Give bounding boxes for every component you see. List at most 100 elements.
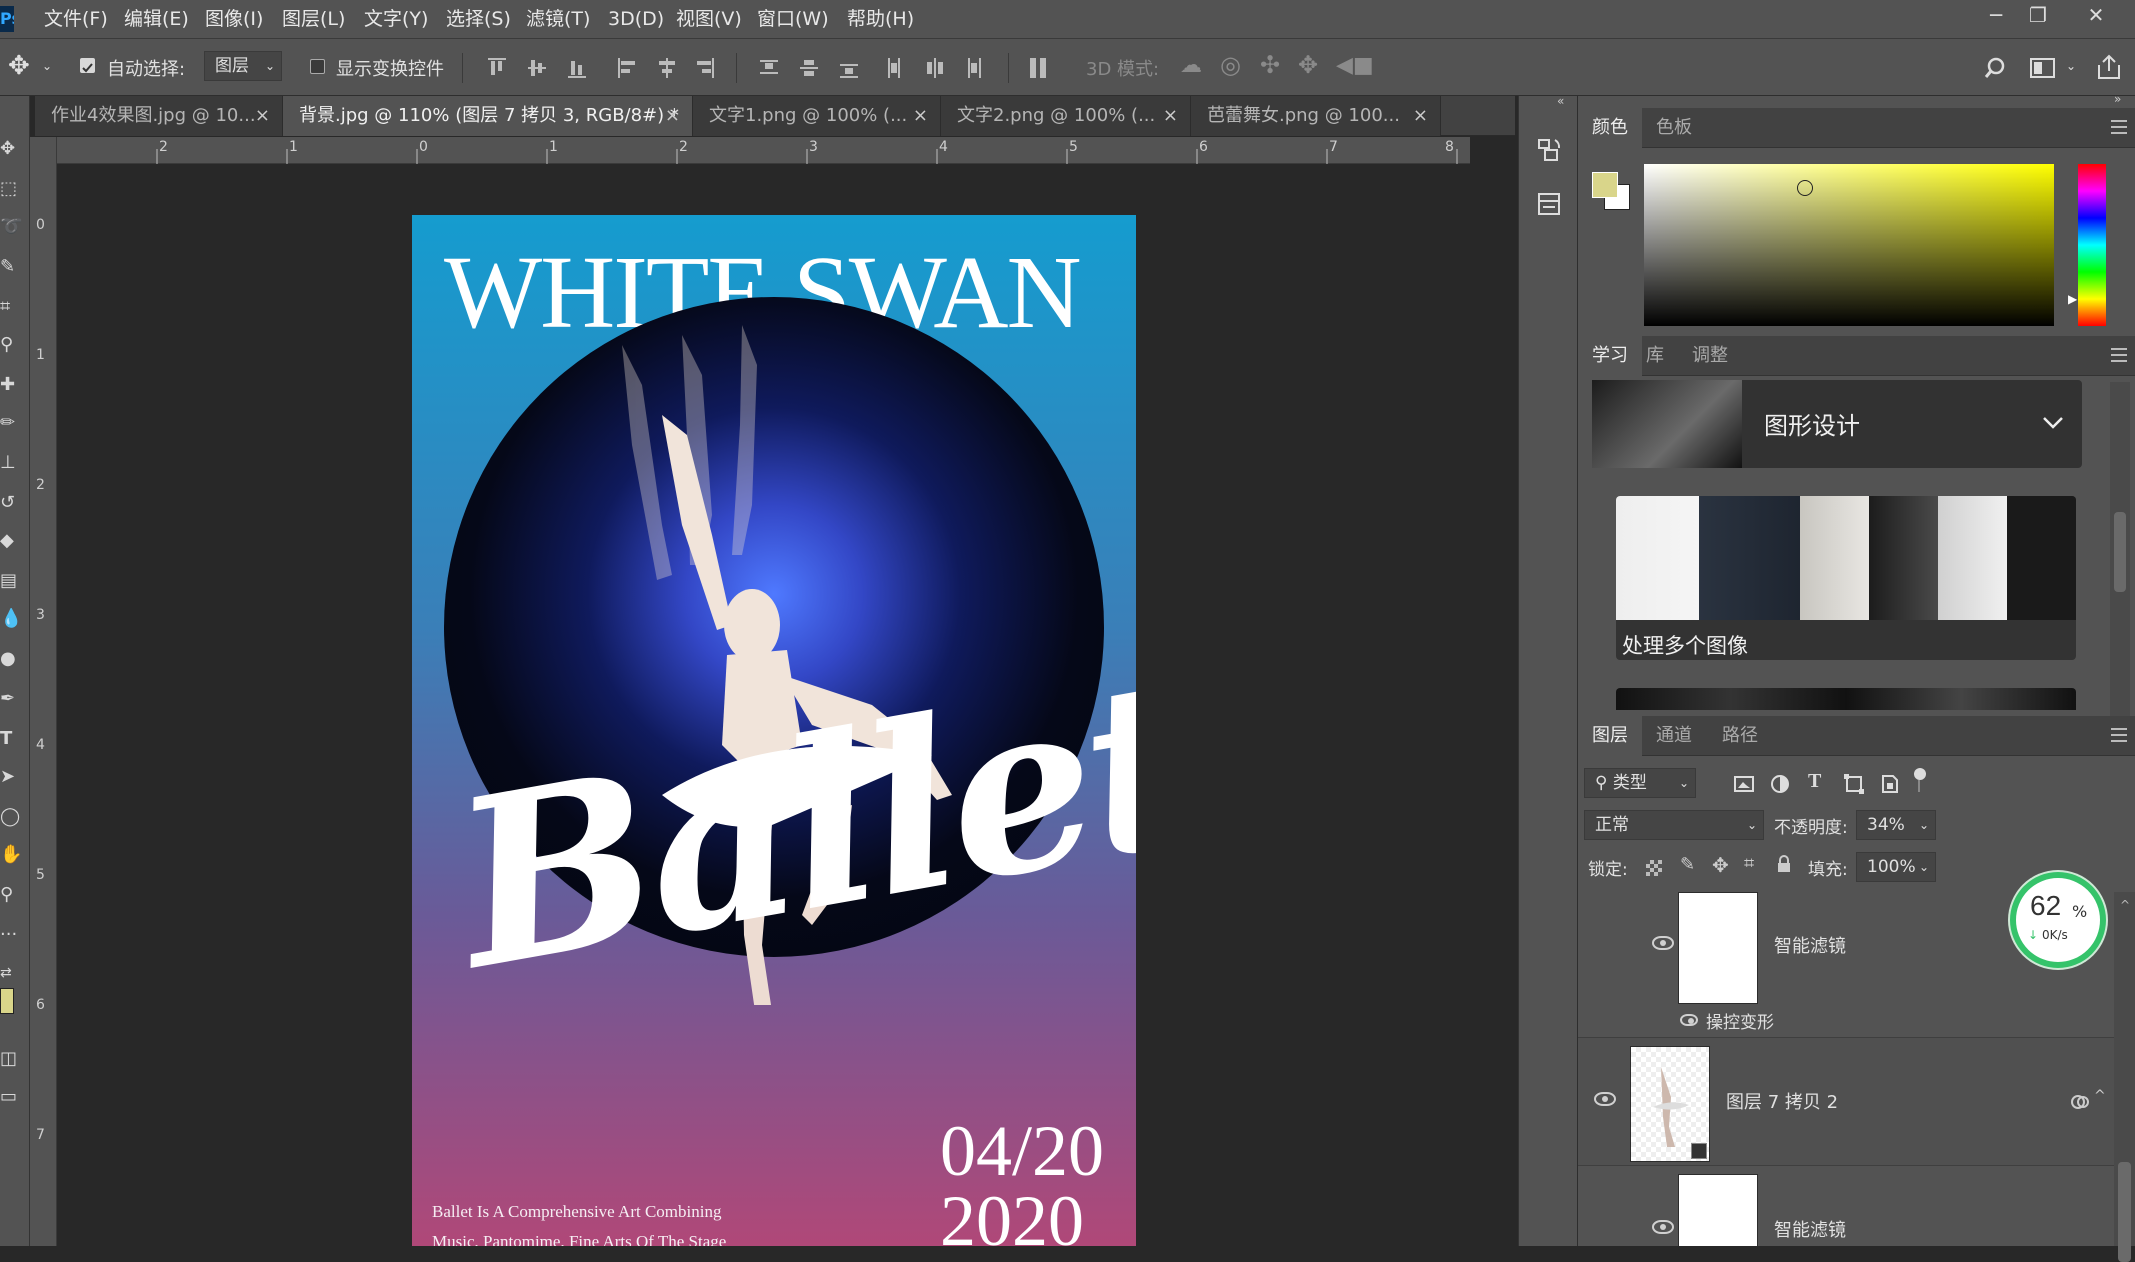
foreground-color-swatch[interactable] xyxy=(1592,172,1618,198)
tab-libraries[interactable]: 库 xyxy=(1632,336,1678,376)
distribute-bottom-icon[interactable] xyxy=(840,58,858,78)
distribute-left-icon[interactable] xyxy=(886,58,904,78)
visibility-eye-icon[interactable] xyxy=(1652,1220,1674,1234)
lock-transparent-icon[interactable] xyxy=(1646,860,1662,876)
doc-tab[interactable]: 文字1.png @ 100% (... × xyxy=(693,96,941,136)
color-picker-cursor[interactable] xyxy=(1797,180,1813,196)
tab-swatches[interactable]: 色板 xyxy=(1642,108,1706,148)
quick-mask-icon[interactable]: ◫ xyxy=(0,1046,28,1072)
path-selection-tool-icon[interactable]: ➤ xyxy=(0,764,28,790)
gradient-tool-icon[interactable]: ▤ xyxy=(0,568,28,594)
scrollbar-thumb[interactable] xyxy=(2114,512,2126,592)
smart-filter-mask-thumbnail[interactable] xyxy=(1678,1174,1758,1246)
more-tools-icon[interactable]: ··· xyxy=(0,922,28,948)
menu-view[interactable]: 视图(V) xyxy=(676,0,742,38)
learn-card[interactable]: 处理多个图像 xyxy=(1616,496,2076,660)
scale-3d-icon[interactable]: ◀■ xyxy=(1336,53,1374,78)
blend-mode-dropdown[interactable]: 正常 ⌄ xyxy=(1584,810,1764,840)
foreground-color-swatch[interactable] xyxy=(0,988,14,1014)
crop-tool-icon[interactable]: ⌗ xyxy=(0,294,28,320)
swap-colors-icon[interactable]: ⇄ xyxy=(0,960,28,986)
menu-layer[interactable]: 图层(L) xyxy=(282,0,345,38)
align-horizontal-center-icon[interactable] xyxy=(658,58,676,78)
distribute-right-icon[interactable] xyxy=(964,58,982,78)
shape-layer-filter-icon[interactable] xyxy=(1844,774,1864,794)
smart-filter-icon[interactable] xyxy=(2070,1092,2090,1112)
adjustment-layer-filter-icon[interactable] xyxy=(1770,774,1790,794)
distribute-horizontal-center-icon[interactable] xyxy=(926,58,944,78)
menu-3d[interactable]: 3D(D) xyxy=(608,0,664,38)
close-icon[interactable]: × xyxy=(255,96,270,136)
lasso-tool-icon[interactable]: ➰ xyxy=(0,214,28,240)
smart-object-filter-icon[interactable] xyxy=(1880,774,1900,794)
share-icon[interactable] xyxy=(2096,53,2122,81)
distribute-top-icon[interactable] xyxy=(760,58,778,78)
pixel-layer-filter-icon[interactable] xyxy=(1734,776,1754,792)
photoshop-logo-icon[interactable]: Ps xyxy=(0,6,14,32)
marquee-tool-icon[interactable]: ⬚ xyxy=(0,176,28,202)
menu-filter[interactable]: 滤镜(T) xyxy=(526,0,590,38)
panel-menu-icon[interactable] xyxy=(2111,348,2127,362)
align-left-icon[interactable] xyxy=(618,58,636,78)
move-tool-icon[interactable]: ✥ xyxy=(0,136,28,162)
layer-row[interactable]: 图层 7 拷贝 2 ^ xyxy=(1578,1038,2114,1166)
scrollbar-thumb[interactable] xyxy=(2118,1162,2131,1262)
align-right-icon[interactable] xyxy=(696,58,714,78)
tool-preset-chevron-icon[interactable]: ⌄ xyxy=(42,59,52,73)
type-tool-icon[interactable]: T xyxy=(0,726,28,752)
lock-all-icon[interactable] xyxy=(1776,855,1792,873)
workspace-chevron-icon[interactable]: ⌄ xyxy=(2066,59,2076,73)
layer-filter-dropdown[interactable]: ⚲ 类型 ⌄ xyxy=(1584,768,1696,798)
auto-select-checkbox[interactable] xyxy=(80,58,95,73)
menu-type[interactable]: 文字(Y) xyxy=(364,0,428,38)
expand-panels-icon[interactable]: » xyxy=(2114,92,2121,106)
layer-row[interactable]: 智能滤镜 xyxy=(1578,1166,2114,1246)
doc-tab[interactable]: 文字2.png @ 100% (... × xyxy=(941,96,1191,136)
hue-slider-handle-icon[interactable]: ▶ xyxy=(2068,292,2077,306)
menu-select[interactable]: 选择(S) xyxy=(446,0,511,38)
learn-panel-scrollbar[interactable] xyxy=(2110,382,2130,716)
lock-position-icon[interactable]: ✥ xyxy=(1712,853,1729,877)
eraser-tool-icon[interactable]: ◆ xyxy=(0,528,28,554)
zoom-tool-icon[interactable]: ⚲ xyxy=(0,882,28,908)
move-tool-icon[interactable]: ✥ xyxy=(8,53,30,79)
screen-mode-icon[interactable]: ▭ xyxy=(0,1084,28,1110)
distribute-spacing-icon[interactable] xyxy=(1030,58,1048,78)
learn-card-next[interactable] xyxy=(1616,688,2076,710)
fill-input[interactable]: 100% ⌄ xyxy=(1856,852,1936,882)
doc-tab-active[interactable]: 背景.jpg @ 110% (图层 7 拷贝 3, RGB/8#) * × xyxy=(283,96,693,136)
color-field[interactable] xyxy=(1644,164,2054,326)
learn-category-dropdown[interactable]: 图形设计 xyxy=(1592,380,2082,468)
scroll-up-icon[interactable]: ^ xyxy=(2120,898,2130,912)
panel-menu-icon[interactable] xyxy=(2111,728,2127,742)
close-icon[interactable]: × xyxy=(913,96,928,136)
doc-tab[interactable]: 作业4效果图.jpg @ 10... × xyxy=(35,96,283,136)
visibility-eye-icon[interactable] xyxy=(1594,1092,1616,1106)
minimize-button[interactable]: ─ xyxy=(1976,0,2016,30)
menu-image[interactable]: 图像(I) xyxy=(205,0,263,38)
clone-stamp-tool-icon[interactable]: ⊥ xyxy=(0,450,28,476)
canvas-area[interactable]: WHITE SWAN Ballet 04/20 2020 Ballet Is A… xyxy=(58,165,1488,1246)
search-icon[interactable] xyxy=(1984,55,2010,81)
menu-edit[interactable]: 编辑(E) xyxy=(124,0,189,38)
hand-tool-icon[interactable]: ✋ xyxy=(0,842,28,868)
tab-channels[interactable]: 通道 xyxy=(1642,716,1706,756)
pan-3d-icon[interactable]: ✣ xyxy=(1260,51,1280,79)
filter-toggle-icon[interactable] xyxy=(1914,768,1926,780)
brush-tool-icon[interactable]: ✏ xyxy=(0,410,28,436)
tab-color[interactable]: 颜色 xyxy=(1578,108,1642,148)
healing-brush-tool-icon[interactable]: ✚ xyxy=(0,372,28,398)
menu-help[interactable]: 帮助(H) xyxy=(847,0,914,38)
tab-paths[interactable]: 路径 xyxy=(1708,716,1772,756)
history-panel-icon[interactable] xyxy=(1535,136,1563,164)
tab-adjustments[interactable]: 调整 xyxy=(1678,336,1742,376)
close-icon[interactable]: × xyxy=(1413,96,1428,136)
ellipse-tool-icon[interactable]: ◯ xyxy=(0,804,28,830)
type-layer-filter-icon[interactable]: T xyxy=(1808,770,1821,793)
slide-3d-icon[interactable]: ✥ xyxy=(1298,51,1318,79)
show-transform-checkbox[interactable] xyxy=(310,59,325,74)
menu-file[interactable]: 文件(F) xyxy=(44,0,108,38)
panel-menu-icon[interactable] xyxy=(2111,120,2127,134)
tab-layers[interactable]: 图层 xyxy=(1578,716,1642,756)
align-bottom-icon[interactable] xyxy=(568,58,586,78)
